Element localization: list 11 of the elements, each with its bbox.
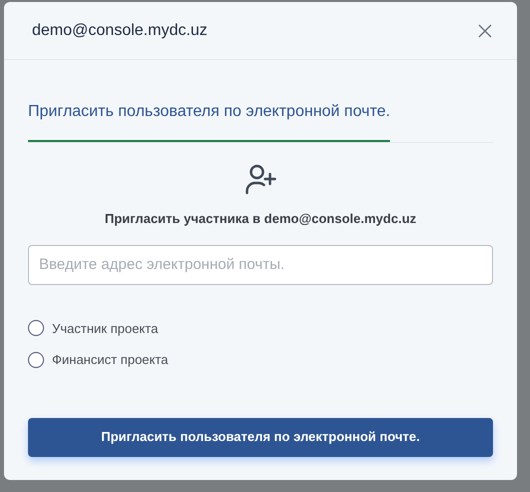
add-user-icon bbox=[244, 163, 276, 195]
dialog-title: demo@console.mydc.uz bbox=[32, 20, 208, 40]
radio-label: Финансист проекта bbox=[52, 351, 168, 369]
radio-button[interactable] bbox=[28, 320, 44, 336]
radio-button[interactable] bbox=[28, 352, 44, 368]
radio-label: Участник проекта bbox=[52, 320, 158, 338]
invite-subtitle: Пригласить участника в demo@console.mydc.uz bbox=[104, 210, 416, 228]
close-button[interactable] bbox=[477, 22, 493, 38]
tab[interactable]: Пригласить пользователя по электронной почте. bbox=[28, 100, 390, 142]
email-field[interactable]: Введите адрес электронной почты. bbox=[28, 244, 493, 284]
invite-button[interactable]: Пригласить пользователя по электронной почте. bbox=[28, 418, 493, 456]
